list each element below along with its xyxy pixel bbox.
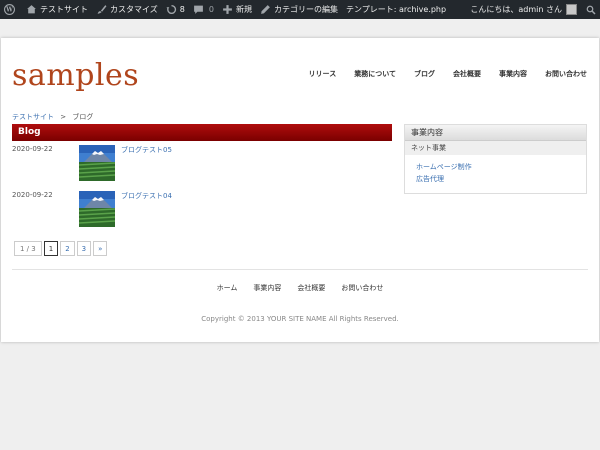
footer-divider <box>12 269 588 270</box>
avatar <box>566 4 577 15</box>
breadcrumb: テストサイト > ブログ <box>12 112 93 122</box>
post-date: 2020-09-22 <box>12 145 53 153</box>
search-icon <box>586 5 596 15</box>
page-3-link[interactable]: 3 <box>76 241 92 256</box>
sidebar-links: ホームページ制作 広告代理 <box>405 155 586 185</box>
nav-item-contact[interactable]: お問い合わせ <box>545 69 587 79</box>
breadcrumb-separator: > <box>60 113 67 121</box>
sidebar-link-web-production[interactable]: ホームページ制作 <box>416 161 586 173</box>
customize-link[interactable]: カスタマイズ <box>92 0 162 19</box>
pagination: 1 / 3 1 2 3 » <box>14 241 109 256</box>
admin-search-button[interactable] <box>581 5 600 15</box>
greeting-label: こんにちは、admin さん <box>470 5 562 14</box>
footer-nav: ホーム 事業内容 会社概要 お問い合わせ <box>1 283 599 293</box>
pagination-info: 1 / 3 <box>14 241 42 256</box>
post-thumbnail[interactable] <box>79 191 115 227</box>
post-title-link[interactable]: ブログテスト05 <box>121 145 172 155</box>
nav-item-services[interactable]: 事業内容 <box>499 69 527 79</box>
wordpress-menu[interactable]: W <box>0 0 22 19</box>
page-container: samples リリース 業務について ブログ 会社概要 事業内容 お問い合わせ… <box>1 38 599 342</box>
post-title-link[interactable]: ブログテスト04 <box>121 191 172 201</box>
comments-count: 0 <box>208 5 214 14</box>
admin-bar: W テストサイト カスタマイズ 8 0 新規 カテゴリーの編集 テンプレート: … <box>0 0 600 19</box>
updates-icon <box>166 4 177 15</box>
new-content-link[interactable]: 新規 <box>218 0 256 19</box>
edit-category-link[interactable]: カテゴリーの編集 <box>256 0 342 19</box>
nav-item-release[interactable]: リリース <box>309 69 337 79</box>
page-1-current: 1 <box>43 241 59 256</box>
sidebar-title: 事業内容 <box>405 125 586 141</box>
plus-icon <box>222 4 233 15</box>
edit-category-label: カテゴリーの編集 <box>273 5 338 14</box>
footer-link-services[interactable]: 事業内容 <box>253 283 281 293</box>
account-menu[interactable]: こんにちは、admin さん <box>466 0 581 19</box>
site-name-label: テストサイト <box>40 5 88 14</box>
pencil-icon <box>260 4 271 15</box>
site-name-link[interactable]: テストサイト <box>22 0 92 19</box>
svg-text:W: W <box>5 7 13 14</box>
template-info[interactable]: テンプレート: archive.php <box>342 0 450 19</box>
footer-link-home[interactable]: ホーム <box>217 283 238 293</box>
comments-link[interactable]: 0 <box>189 0 218 19</box>
copyright: Copyright © 2013 YOUR SITE NAME All Righ… <box>201 315 399 323</box>
footer-link-company[interactable]: 会社概要 <box>297 283 325 293</box>
sidebar-category[interactable]: ネット事業 <box>405 141 586 155</box>
blog-heading: Blog <box>12 124 392 141</box>
site-logo[interactable]: samples <box>12 58 139 93</box>
sidebar-link-ad-agency[interactable]: 広告代理 <box>416 173 586 185</box>
nav-item-company[interactable]: 会社概要 <box>453 69 481 79</box>
list-item: 2020-09-22 ブログテスト05 <box>12 145 392 183</box>
breadcrumb-home-link[interactable]: テストサイト <box>12 113 54 121</box>
page-2-link[interactable]: 2 <box>60 241 75 256</box>
next-page-link[interactable]: » <box>93 241 108 256</box>
updates-link[interactable]: 8 <box>162 0 189 19</box>
post-thumbnail[interactable] <box>79 145 115 181</box>
comment-icon <box>193 4 204 15</box>
breadcrumb-current: ブログ <box>72 113 94 121</box>
brush-icon <box>96 4 107 15</box>
wordpress-icon: W <box>4 4 15 15</box>
customize-label: カスタマイズ <box>110 5 158 14</box>
post-date: 2020-09-22 <box>12 191 53 199</box>
new-label: 新規 <box>235 5 252 14</box>
footer-link-contact[interactable]: お問い合わせ <box>341 283 383 293</box>
nav-item-blog[interactable]: ブログ <box>414 69 435 79</box>
template-label: テンプレート: archive.php <box>345 5 447 14</box>
sidebar-widget: 事業内容 ネット事業 ホームページ制作 広告代理 <box>404 124 587 194</box>
home-icon <box>26 4 37 15</box>
global-nav: リリース 業務について ブログ 会社概要 事業内容 お問い合わせ <box>291 69 587 79</box>
updates-count: 8 <box>179 5 185 14</box>
list-item: 2020-09-22 ブログテスト04 <box>12 191 392 229</box>
nav-item-about-business[interactable]: 業務について <box>354 69 396 79</box>
